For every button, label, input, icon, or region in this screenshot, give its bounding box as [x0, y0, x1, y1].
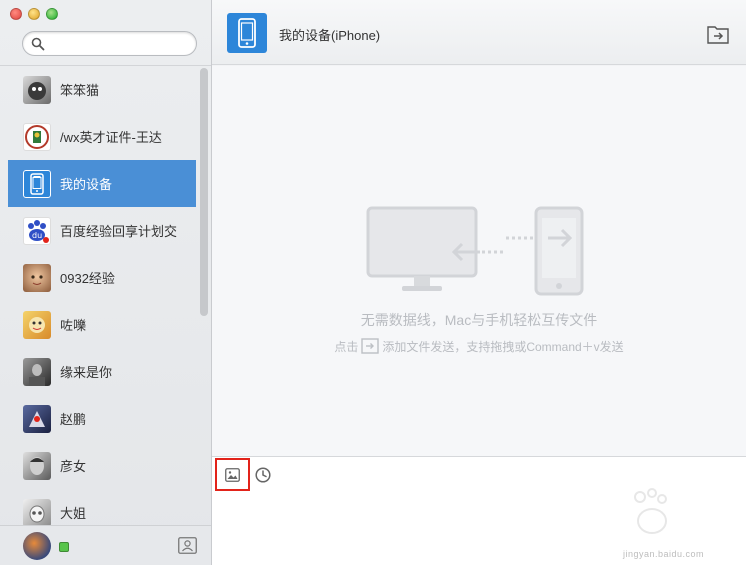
chat-item-label: 笨笨猫	[60, 83, 100, 98]
portrait-avatar	[23, 357, 51, 386]
device-phone-icon	[227, 13, 267, 53]
chat-item-label: 百度经验回享计划交	[60, 224, 178, 239]
close-window-button[interactable]	[10, 8, 22, 20]
image-icon	[225, 467, 240, 482]
baidu-paw-avatar: du	[23, 216, 51, 245]
hint-suffix: 添加文件发送，支持拖拽或Command＋v发送	[382, 340, 624, 354]
window-controls	[10, 8, 58, 20]
chat-header: 我的设备(iPhone)	[212, 0, 746, 65]
chat-panel: 我的设备(iPhone) 无需数据线，Mac与手机轻松互传文件 点击 添加文件发…	[212, 0, 746, 565]
chat-item-my-device[interactable]: 我的设备	[8, 160, 196, 207]
chat-item-label: 彦女	[60, 459, 87, 474]
my-avatar[interactable]	[23, 532, 51, 560]
chat-item-zuolai[interactable]: 咗嚛	[8, 301, 196, 348]
send-file-button[interactable]	[707, 24, 729, 44]
chat-item-baidu-jingyan[interactable]: du 百度经验回享计划交	[8, 207, 196, 254]
wechat-window: 笨笨猫 /wx英才证件-王达 我的设备 du 百度经验回享计划交 0932经验 …	[0, 0, 746, 565]
baby-avatar	[23, 263, 51, 292]
chat-item-label: 咗嚛	[60, 318, 87, 333]
chat-item-label: 我的设备	[60, 177, 113, 192]
history-clock-icon[interactable]	[255, 467, 271, 483]
chat-item-wx-yingcai[interactable]: /wx英才证件-王达	[8, 113, 196, 160]
zoom-window-button[interactable]	[46, 8, 58, 20]
chat-item-label: 缘来是你	[60, 365, 113, 380]
chat-item-yannv[interactable]: 彦女	[8, 442, 196, 489]
chat-title: 我的设备(iPhone)	[279, 28, 381, 43]
hint-prefix: 点击	[334, 340, 359, 354]
cartoon-avatar	[23, 310, 51, 339]
send-image-button[interactable]	[215, 458, 250, 491]
cat-avatar	[23, 75, 51, 104]
search-icon	[31, 37, 45, 51]
sidebar-footer	[0, 525, 211, 565]
chat-item-zhaopeng[interactable]: 赵鹏	[8, 395, 196, 442]
chat-item-0932[interactable]: 0932经验	[8, 254, 196, 301]
sidebar: 笨笨猫 /wx英才证件-王达 我的设备 du 百度经验回享计划交 0932经验 …	[0, 0, 212, 565]
chat-list: 笨笨猫 /wx英才证件-王达 我的设备 du 百度经验回享计划交 0932经验 …	[8, 66, 196, 536]
sketch-avatar	[23, 451, 51, 480]
transfer-hint-detail: 点击 添加文件发送，支持拖拽或Command＋v发送	[212, 338, 746, 355]
search-input[interactable]	[22, 31, 197, 56]
chat-list-scrollbar[interactable]	[200, 68, 208, 316]
mac-phone-transfer-illustration	[366, 206, 584, 296]
phone-icon	[23, 169, 51, 198]
transfer-hint-title: 无需数据线，Mac与手机轻松互传文件	[360, 312, 598, 328]
message-input-area[interactable]: jingyan.baidu.com	[212, 456, 746, 565]
chat-item-yuanlai[interactable]: 缘来是你	[8, 348, 196, 395]
chat-item-label: 大姐	[60, 506, 87, 521]
anime-avatar	[23, 498, 51, 527]
chat-item-label: 0932经验	[60, 271, 115, 286]
add-file-icon	[361, 338, 380, 354]
minimize-window-button[interactable]	[28, 8, 40, 20]
chat-item-label: 赵鹏	[60, 412, 87, 427]
watermark-url: jingyan.baidu.com	[622, 549, 704, 559]
chat-item-label: /wx英才证件-王达	[60, 130, 162, 145]
contacts-icon[interactable]	[178, 537, 197, 554]
online-status-icon	[59, 542, 69, 552]
chat-item-benbenmao[interactable]: 笨笨猫	[8, 66, 196, 113]
badge-avatar	[23, 122, 51, 151]
game-avatar	[23, 404, 51, 433]
baidu-jingyan-watermark	[634, 488, 667, 534]
message-area: 无需数据线，Mac与手机轻松互传文件 点击 添加文件发送，支持拖拽或Comman…	[212, 66, 746, 456]
svg-text:du: du	[32, 231, 42, 240]
